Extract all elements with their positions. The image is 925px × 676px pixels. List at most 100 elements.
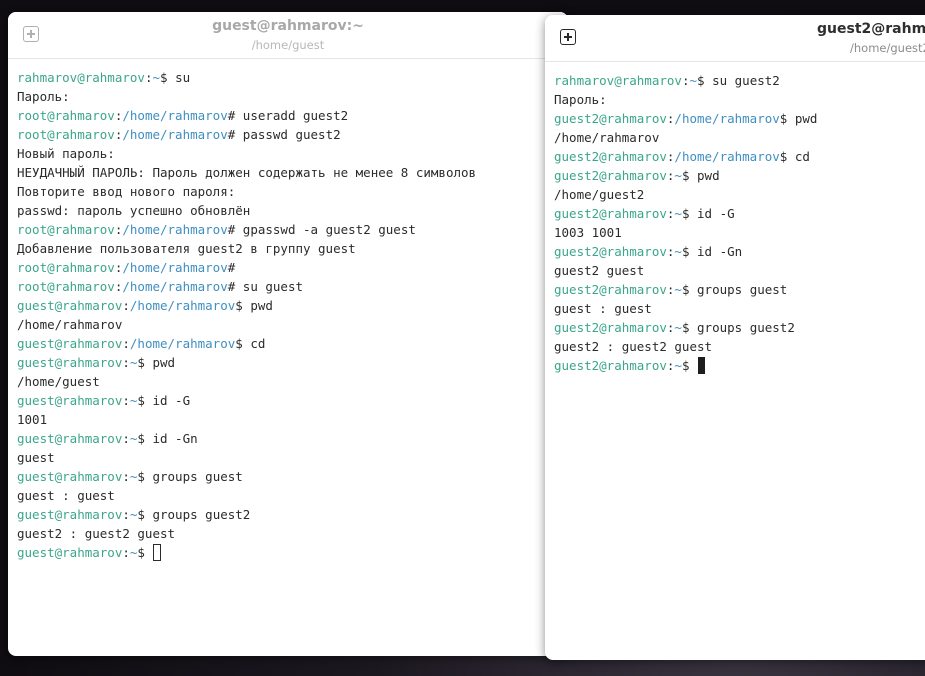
output-line: Добавление пользователя guest2 в группу … [17, 241, 356, 256]
prompt-separator: : [122, 507, 130, 522]
prompt-user: guest2@rahmarov [554, 358, 667, 373]
prompt-separator: : [122, 298, 130, 313]
command-text: passwd guest2 [242, 127, 341, 142]
prompt-symbol: $ [137, 355, 145, 370]
output-line: 1003 1001 [554, 225, 622, 240]
window-subtitle: /home/guest2 [850, 41, 925, 55]
prompt-separator: : [122, 393, 130, 408]
window-title: guest@rahmarov:~ [212, 18, 364, 34]
prompt-path: ~ [152, 70, 160, 85]
prompt-user: root@rahmarov [17, 260, 115, 275]
prompt-path: ~ [674, 358, 682, 373]
output-line: Пароль: [554, 92, 607, 107]
text-cursor[interactable] [698, 357, 706, 374]
output-line: Новый пароль: [17, 146, 115, 161]
prompt-line: guest@rahmarov:~$ pwd [17, 353, 476, 372]
command-text: id -G [152, 393, 191, 408]
command-text: gpasswd -a guest2 guest [242, 222, 416, 237]
terminal-output[interactable]: rahmarov@rahmarov:~$ su guest2 Пароль: gue… [554, 71, 817, 375]
prompt-line: guest2@rahmarov:/home/rahmarov$ pwd [554, 109, 817, 128]
output-line: /home/rahmarov [554, 130, 660, 145]
prompt-line: guest@rahmarov:/home/rahmarov$ pwd [17, 296, 476, 315]
prompt-line: guest@rahmarov:~$ groups guest [17, 467, 476, 486]
prompt-path: /home/rahmarov [129, 336, 236, 351]
prompt-line: guest@rahmarov:~$ [17, 543, 476, 562]
prompt-user: root@rahmarov [17, 108, 115, 123]
prompt-path: /home/rahmarov [122, 127, 228, 142]
prompt-line: rahmarov@rahmarov:~$ su guest2 [554, 71, 817, 90]
prompt-path: ~ [674, 206, 682, 221]
prompt-path: /home/rahmarov [122, 108, 228, 123]
new-tab-icon[interactable] [560, 29, 576, 45]
prompt-line: guest2@rahmarov:~$ pwd [554, 166, 817, 185]
prompt-separator: : [122, 469, 130, 484]
prompt-symbol: $ [137, 469, 145, 484]
command-text: groups guest [697, 282, 788, 297]
prompt-path: /home/rahmarov [674, 149, 780, 164]
prompt-symbol: $ [137, 507, 145, 522]
output-line: Повторите ввод нового пароля: [17, 184, 236, 199]
command-text: cd [794, 149, 810, 164]
window-title: guest2@rahmarov:~ [817, 21, 925, 37]
command-text: pwd [697, 168, 720, 183]
prompt-symbol: $ [137, 545, 145, 560]
output-line: Пароль: [17, 89, 70, 104]
prompt-user: guest2@rahmarov [554, 206, 667, 221]
prompt-user: guest@rahmarov [17, 336, 123, 351]
window-subtitle: /home/guest [251, 38, 325, 52]
terminal-window-guest[interactable]: guest@rahmarov:~ /home/guest rahmarov@ra… [8, 12, 568, 656]
prompt-user: guest2@rahmarov [554, 282, 667, 297]
title-bar[interactable]: guest@rahmarov:~ /home/guest [8, 12, 568, 59]
prompt-user: guest@rahmarov [17, 355, 123, 370]
prompt-path: ~ [674, 244, 682, 259]
prompt-separator: : [122, 545, 130, 560]
prompt-line: guest@rahmarov:/home/rahmarov$ cd [17, 334, 476, 353]
prompt-path: /home/rahmarov [122, 279, 228, 294]
prompt-path: ~ [689, 73, 697, 88]
prompt-line: guest2@rahmarov:~$ groups guest [554, 280, 817, 299]
prompt-user: guest2@rahmarov [554, 244, 667, 259]
prompt-line: guest@rahmarov:~$ groups guest2 [17, 505, 476, 524]
text-cursor[interactable] [153, 544, 162, 561]
title-bar[interactable]: guest2@rahmarov:~ /home/guest2 [545, 15, 925, 62]
prompt-path: /home/rahmarov [122, 222, 228, 237]
prompt-line: root@rahmarov:/home/rahmarov# gpasswd -a… [17, 220, 476, 239]
prompt-line: root@rahmarov:/home/rahmarov# passwd gue… [17, 125, 476, 144]
output-line: guest2 : guest2 guest [554, 339, 713, 354]
prompt-path: ~ [674, 282, 682, 297]
command-text: id -G [697, 206, 735, 221]
prompt-line: guest@rahmarov:~$ id -Gn [17, 429, 476, 448]
output-line: /home/guest [17, 374, 100, 389]
prompt-user: guest@rahmarov [17, 431, 123, 446]
prompt-line: guest2@rahmarov:/home/rahmarov$ cd [554, 147, 817, 166]
prompt-path: ~ [674, 168, 682, 183]
prompt-symbol: $ [697, 73, 705, 88]
output-line: guest2 guest [554, 263, 645, 278]
output-line: guest [17, 450, 55, 465]
output-line: passwd: пароль успешно обновлён [17, 203, 251, 218]
output-line: /home/guest2 [554, 187, 645, 202]
prompt-path: /home/rahmarov [674, 111, 780, 126]
terminal-window-guest2[interactable]: guest2@rahmarov:~ /home/guest2 rahmarov@… [545, 15, 925, 660]
prompt-user: rahmarov@rahmarov [554, 73, 682, 88]
prompt-line: root@rahmarov:/home/rahmarov# su guest [17, 277, 476, 296]
terminal-output[interactable]: rahmarov@rahmarov:~$ su Пароль: root@rahma… [17, 68, 476, 562]
prompt-symbol: $ [235, 298, 243, 313]
prompt-user: guest2@rahmarov [554, 320, 667, 335]
prompt-user: guest@rahmarov [17, 469, 123, 484]
command-text: groups guest2 [152, 507, 251, 522]
command-text: cd [250, 336, 266, 351]
prompt-line: guest2@rahmarov:~$ id -G [554, 204, 817, 223]
command-text: pwd [250, 298, 273, 313]
command-text: su [175, 70, 191, 85]
command-text: pwd [152, 355, 176, 370]
prompt-user: guest2@rahmarov [554, 168, 667, 183]
prompt-symbol: $ [235, 336, 243, 351]
prompt-user: root@rahmarov [17, 222, 115, 237]
prompt-line: guest2@rahmarov:~$ groups guest2 [554, 318, 817, 337]
command-text: id -Gn [152, 431, 198, 446]
output-line: 1001 [17, 412, 48, 427]
command-text: su guest [242, 279, 304, 294]
prompt-line: root@rahmarov:/home/rahmarov# useradd gu… [17, 106, 476, 125]
prompt-symbol: $ [160, 70, 168, 85]
